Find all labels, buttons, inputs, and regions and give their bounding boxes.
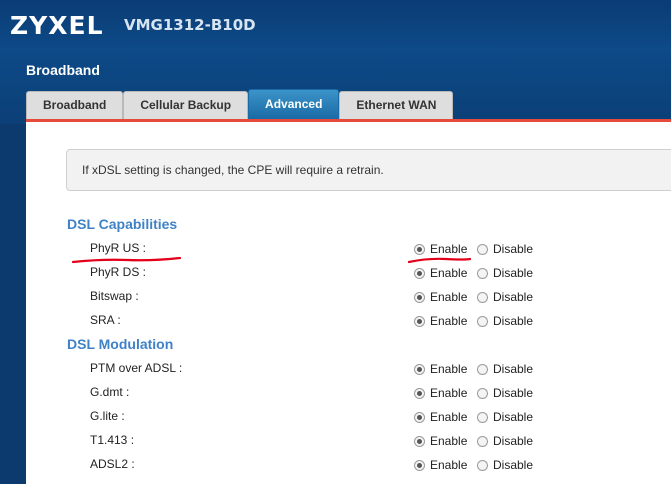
bitswap-disable-radio[interactable] — [477, 291, 488, 303]
ptm-over-adsl-enable-radio[interactable] — [414, 363, 425, 375]
glite-label: G.lite : — [90, 409, 125, 423]
dsl-capabilities-heading: DSL Capabilities — [67, 216, 178, 232]
phyr-us-enable-radio[interactable] — [414, 243, 425, 255]
t1413-disable-option[interactable]: Disable — [477, 431, 533, 451]
glite-enable-radio[interactable] — [414, 411, 425, 423]
sra-enable-option[interactable]: Enable — [414, 311, 467, 331]
tab-broadband[interactable]: Broadband — [26, 91, 124, 119]
model-name: VMG1312-B10D — [124, 16, 256, 34]
adsl2-label: ADSL2 : — [90, 457, 135, 471]
bitswap-label: Bitswap : — [90, 289, 139, 303]
enable-label: Enable — [430, 458, 468, 472]
enable-label: Enable — [430, 434, 468, 448]
gdmt-disable-option[interactable]: Disable — [477, 383, 533, 403]
gdmt-disable-radio[interactable] — [477, 387, 488, 399]
phyr-ds-enable-option[interactable]: Enable — [414, 263, 467, 283]
phyr-ds-disable-option[interactable]: Disable — [477, 263, 533, 283]
enable-label: Enable — [430, 314, 468, 328]
adsl2-disable-option[interactable]: Disable — [477, 455, 533, 475]
enable-label: Enable — [430, 386, 468, 400]
enable-label: Enable — [430, 266, 468, 280]
t1413-row: T1.413 : Enable Disable — [90, 431, 650, 451]
t1413-disable-radio[interactable] — [477, 435, 488, 447]
t1413-enable-option[interactable]: Enable — [414, 431, 467, 451]
tab-ethernet-wan[interactable]: Ethernet WAN — [339, 91, 454, 119]
enable-label: Enable — [430, 410, 468, 424]
disable-label: Disable — [493, 434, 534, 448]
ptm-over-adsl-row: PTM over ADSL : Enable Disable — [90, 359, 650, 379]
annotation-underline-label — [72, 256, 182, 264]
settings-panel: If xDSL setting is changed, the CPE will… — [26, 119, 671, 484]
ptm-over-adsl-disable-radio[interactable] — [477, 363, 488, 375]
disable-label: Disable — [493, 242, 534, 256]
bitswap-enable-radio[interactable] — [414, 291, 425, 303]
ptm-over-adsl-disable-option[interactable]: Disable — [477, 359, 533, 379]
phyr-us-disable-option[interactable]: Disable — [477, 239, 533, 259]
sra-disable-radio[interactable] — [477, 315, 488, 327]
phyr-ds-row: PhyR DS : Enable Disable — [90, 263, 650, 283]
top-banner: ZYXEL VMG1312-B10D Broadband Broadband C… — [0, 0, 671, 124]
bitswap-disable-option[interactable]: Disable — [477, 287, 533, 307]
disable-label: Disable — [493, 386, 534, 400]
glite-enable-option[interactable]: Enable — [414, 407, 467, 427]
annotation-underline-enable — [408, 257, 472, 264]
sra-label: SRA : — [90, 313, 121, 327]
disable-label: Disable — [493, 362, 534, 376]
phyr-ds-disable-radio[interactable] — [477, 267, 488, 279]
sra-disable-option[interactable]: Disable — [477, 311, 533, 331]
notice-text: If xDSL setting is changed, the CPE will… — [82, 163, 384, 177]
phyr-us-label: PhyR US : — [90, 241, 147, 255]
disable-label: Disable — [493, 410, 534, 424]
ptm-over-adsl-label: PTM over ADSL : — [90, 361, 183, 375]
enable-label: Enable — [430, 242, 468, 256]
adsl2-row: ADSL2 : Enable Disable — [90, 455, 650, 475]
bitswap-row: Bitswap : Enable Disable — [90, 287, 650, 307]
brand-logo: ZYXEL — [10, 11, 104, 40]
sra-row: SRA : Enable Disable — [90, 311, 650, 331]
glite-disable-radio[interactable] — [477, 411, 488, 423]
phyr-ds-label: PhyR DS : — [90, 265, 147, 279]
disable-label: Disable — [493, 266, 534, 280]
bitswap-enable-option[interactable]: Enable — [414, 287, 467, 307]
adsl2-enable-radio[interactable] — [414, 459, 425, 471]
glite-disable-option[interactable]: Disable — [477, 407, 533, 427]
disable-label: Disable — [493, 290, 534, 304]
enable-label: Enable — [430, 362, 468, 376]
adsl2-disable-radio[interactable] — [477, 459, 488, 471]
t1413-enable-radio[interactable] — [414, 435, 425, 447]
adsl2-enable-option[interactable]: Enable — [414, 455, 467, 475]
glite-row: G.lite : Enable Disable — [90, 407, 650, 427]
disable-label: Disable — [493, 314, 534, 328]
phyr-ds-enable-radio[interactable] — [414, 267, 425, 279]
enable-label: Enable — [430, 290, 468, 304]
tab-advanced[interactable]: Advanced — [248, 89, 340, 119]
dsl-modulation-heading: DSL Modulation — [67, 336, 174, 352]
disable-label: Disable — [493, 458, 534, 472]
tab-cellular-backup[interactable]: Cellular Backup — [123, 91, 249, 119]
gdmt-label: G.dmt : — [90, 385, 130, 399]
phyr-us-disable-radio[interactable] — [477, 243, 488, 255]
tab-bar: Broadband Cellular Backup Advanced Ether… — [26, 89, 454, 119]
page-title: Broadband — [26, 62, 100, 78]
t1413-label: T1.413 : — [90, 433, 135, 447]
gdmt-row: G.dmt : Enable Disable — [90, 383, 650, 403]
gdmt-enable-radio[interactable] — [414, 387, 425, 399]
gdmt-enable-option[interactable]: Enable — [414, 383, 467, 403]
retrain-notice: If xDSL setting is changed, the CPE will… — [66, 149, 671, 191]
sra-enable-radio[interactable] — [414, 315, 425, 327]
ptm-over-adsl-enable-option[interactable]: Enable — [414, 359, 467, 379]
